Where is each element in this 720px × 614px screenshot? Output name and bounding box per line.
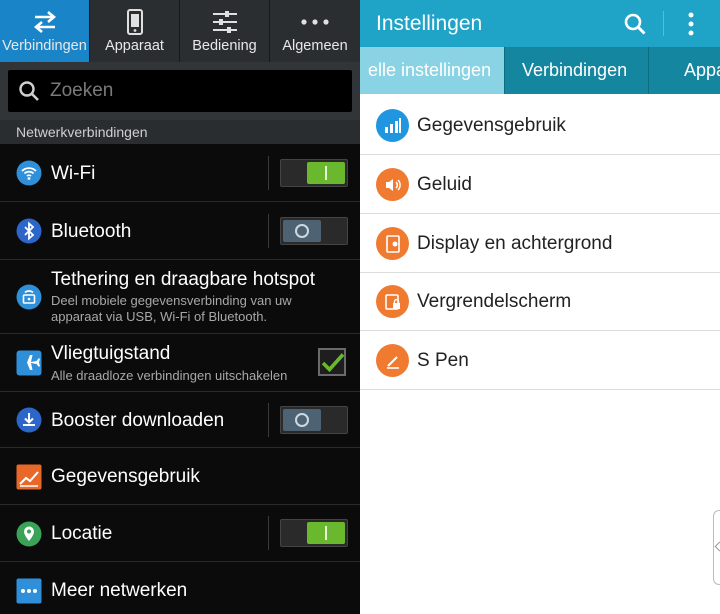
display-icon <box>376 227 409 260</box>
left-settings-panel: Verbindingen Apparaat Bediening Algemeen <box>0 0 360 614</box>
tab-alle-instellingen[interactable]: elle instellingen <box>360 47 504 94</box>
setting-row-bluetooth[interactable]: Bluetooth <box>0 202 360 260</box>
tab-verbindingen-right[interactable]: Verbindingen <box>506 47 627 94</box>
airplane-icon <box>16 350 42 376</box>
search-box[interactable] <box>8 70 352 112</box>
pen-icon <box>376 344 409 377</box>
tab-apparaat[interactable]: Apparaat <box>90 0 180 62</box>
item-label: Vergrendelscherm <box>417 291 572 312</box>
download-booster-icon <box>16 407 42 433</box>
wifi-icon <box>16 160 42 186</box>
tab-label: Bediening <box>192 38 257 54</box>
row-subtitle: Deel mobiele gegevensverbinding van uw a… <box>51 293 292 324</box>
search-icon <box>18 78 44 104</box>
right-settings-panel: Instellingen elle instellingen Verbindin… <box>360 0 720 614</box>
setting-row-wifi[interactable]: Wi-Fi <box>0 144 360 202</box>
setting-row-booster[interactable]: Booster downloaden <box>0 392 360 448</box>
search-bar <box>0 62 360 120</box>
hotspot-icon <box>16 284 42 310</box>
tab-bediening[interactable]: Bediening <box>180 0 270 62</box>
vliegtuigstand-checkbox[interactable] <box>318 348 346 376</box>
item-label: Display en achtergrond <box>417 233 613 254</box>
lockscreen-icon <box>376 285 409 318</box>
setting-row-locatie[interactable]: Locatie <box>0 505 360 562</box>
item-label: Geluid <box>417 174 472 195</box>
setting-row-vliegtuigstand[interactable]: Vliegtuigstand Alle draadloze verbinding… <box>0 334 360 392</box>
sliders-control-icon <box>211 9 239 35</box>
page-title: Instellingen <box>376 12 483 35</box>
tab-algemeen[interactable]: Algemeen <box>270 0 360 62</box>
locatie-toggle[interactable] <box>280 519 348 547</box>
row-title: Gegevensgebruik <box>51 466 200 487</box>
list-item-gegevensgebruik[interactable]: Gegevensgebruik <box>360 96 720 155</box>
row-title: Locatie <box>51 523 113 544</box>
app-bar: Instellingen <box>360 0 720 47</box>
row-title: Meer netwerken <box>51 580 188 601</box>
phone-device-icon <box>126 9 144 35</box>
overflow-menu-icon[interactable] <box>677 10 705 38</box>
item-label: S Pen <box>417 350 469 371</box>
more-networks-icon <box>16 578 42 604</box>
row-divider <box>268 214 269 248</box>
list-item-geluid[interactable]: Geluid <box>360 155 720 214</box>
toggle-knob <box>283 220 321 242</box>
row-divider <box>268 156 269 190</box>
more-dots-icon <box>300 9 330 35</box>
tab-apparaat-right[interactable]: Appa <box>668 47 720 94</box>
row-title: Bluetooth <box>51 221 132 242</box>
row-divider <box>268 403 269 437</box>
checkmark-icon <box>321 353 345 373</box>
toggle-knob <box>283 409 321 431</box>
row-title: Vliegtuigstand <box>51 343 171 364</box>
tab-label: Verbindingen <box>2 38 87 54</box>
toggle-knob <box>307 522 345 544</box>
row-divider <box>268 516 269 550</box>
search-input[interactable] <box>50 80 330 102</box>
booster-toggle[interactable] <box>280 406 348 434</box>
tab-separator <box>504 47 505 94</box>
category-tabs: elle instellingen Verbindingen Appa <box>360 47 720 94</box>
top-tab-bar: Verbindingen Apparaat Bediening Algemeen <box>0 0 360 62</box>
speaker-icon <box>376 168 409 201</box>
list-item-vergrendelscherm[interactable]: Vergrendelscherm <box>360 272 720 331</box>
setting-row-tethering[interactable]: Tethering en draagbare hotspot Deel mobi… <box>0 260 360 334</box>
search-icon[interactable] <box>621 10 649 38</box>
list-item-display[interactable]: Display en achtergrond <box>360 214 720 273</box>
row-title: Tethering en draagbare hotspot <box>51 269 316 290</box>
appbar-separator <box>663 11 664 36</box>
data-bars-icon <box>376 109 409 142</box>
location-pin-icon <box>16 521 42 547</box>
data-usage-chart-icon <box>16 464 42 490</box>
list-item-s-pen[interactable]: S Pen <box>360 331 720 390</box>
item-label: Gegevensgebruik <box>417 115 566 136</box>
edge-panel-handle[interactable] <box>713 510 720 585</box>
tab-verbindingen[interactable]: Verbindingen <box>0 0 90 62</box>
row-title: Booster downloaden <box>51 410 225 431</box>
section-header-netwerkverbindingen: Netwerkverbindingen <box>0 120 360 144</box>
wifi-toggle[interactable] <box>280 159 348 187</box>
bluetooth-icon <box>16 218 42 244</box>
connections-arrows-icon <box>31 9 59 35</box>
tab-label: Apparaat <box>105 38 164 54</box>
tab-label: Algemeen <box>282 38 348 54</box>
bluetooth-toggle[interactable] <box>280 217 348 245</box>
tab-separator <box>648 47 649 94</box>
toggle-knob <box>307 162 345 184</box>
setting-row-gegevensgebruik[interactable]: Gegevensgebruik <box>0 448 360 505</box>
setting-row-meer-netwerken[interactable]: Meer netwerken <box>0 562 360 614</box>
row-subtitle: Alle draadloze verbindingen uitschakelen <box>51 368 288 383</box>
row-title: Wi-Fi <box>51 163 96 184</box>
